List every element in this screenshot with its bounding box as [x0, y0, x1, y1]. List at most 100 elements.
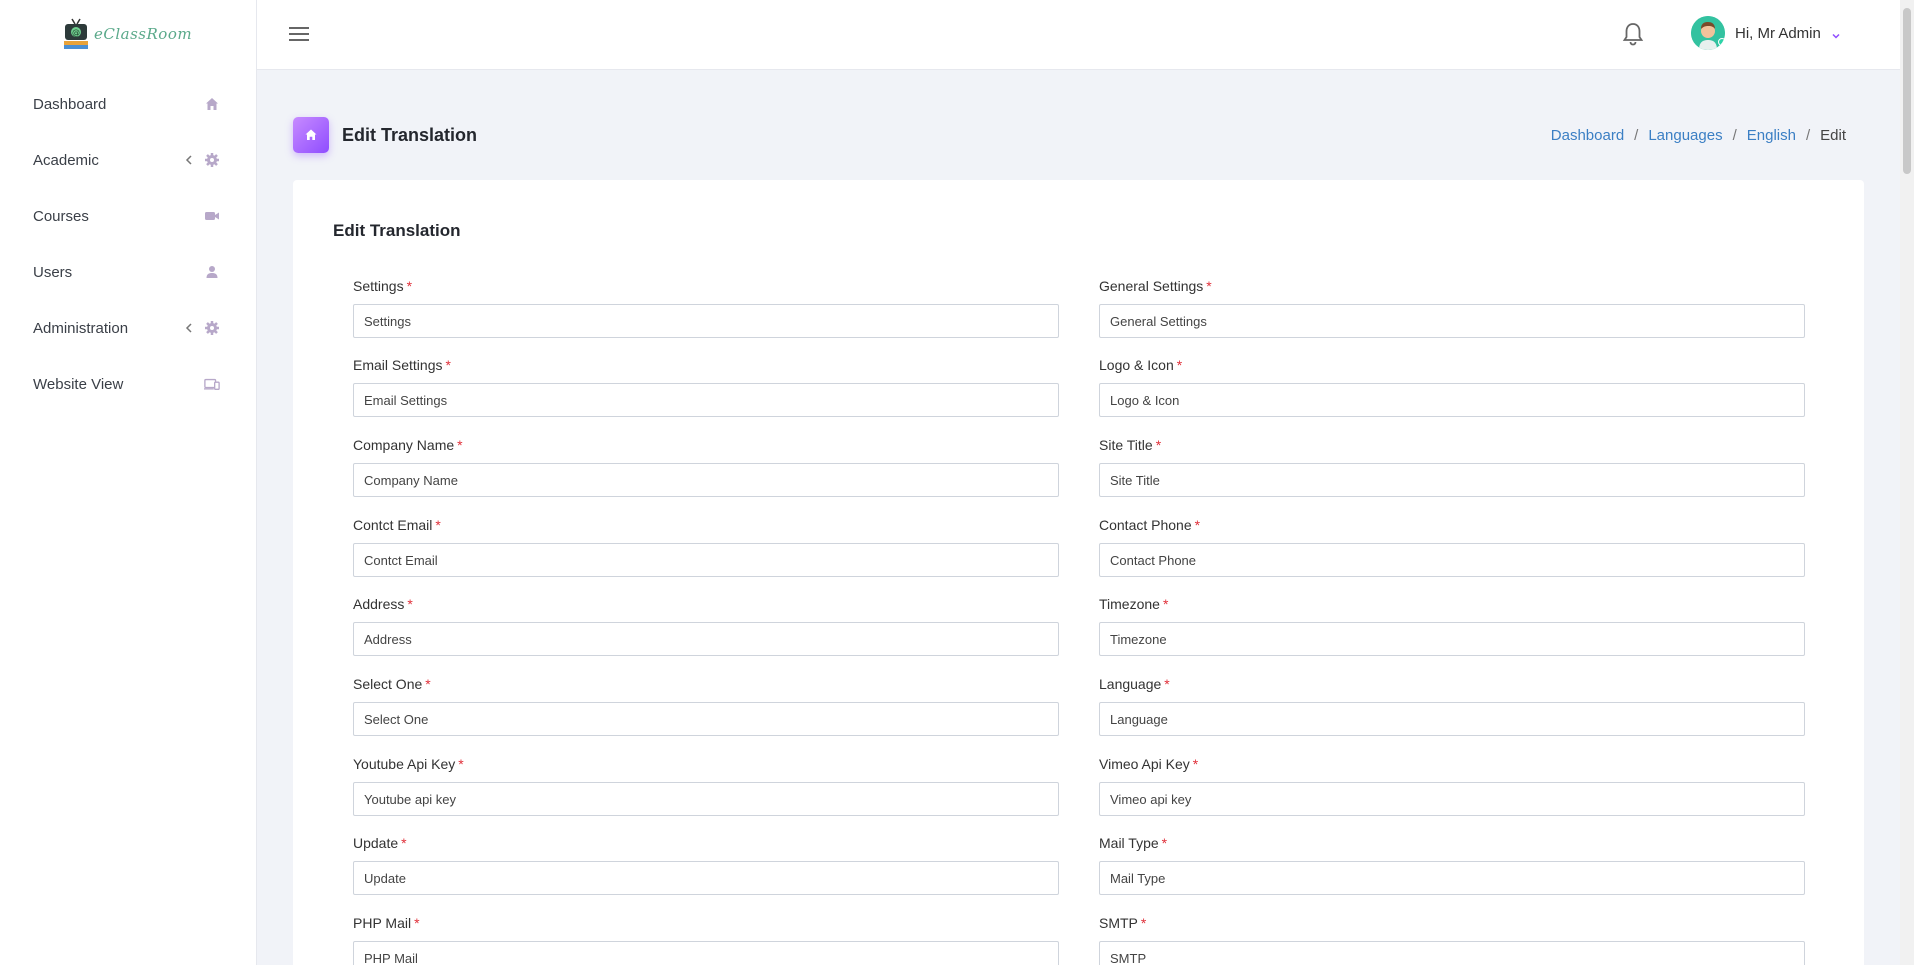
sidebar-item-users[interactable]: Users: [0, 244, 256, 300]
field-site-title: Site Title *: [1099, 437, 1805, 497]
field-general-settings: General Settings *: [1099, 278, 1805, 338]
required-mark: *: [1155, 437, 1162, 453]
field-contct-email: Contct Email *: [353, 517, 1059, 577]
field-email-settings: Email Settings *: [353, 357, 1059, 417]
php-mail-input[interactable]: [353, 941, 1059, 965]
field-logo-icon: Logo & Icon *: [1099, 357, 1805, 417]
required-mark: *: [425, 676, 431, 692]
field-label: Contct Email *: [353, 517, 441, 533]
required-mark: *: [1192, 756, 1199, 772]
required-mark: *: [1194, 517, 1201, 533]
field-label: Update *: [353, 835, 407, 851]
field-update: Update *: [353, 835, 1059, 895]
field-mail-type: Mail Type *: [1099, 835, 1805, 895]
avatar: [1691, 16, 1725, 50]
sidebar-item-website-view[interactable]: Website View: [0, 356, 256, 412]
field-label: Timezone *: [1099, 596, 1169, 612]
field-label: Vimeo Api Key *: [1099, 756, 1199, 772]
language-input[interactable]: [1099, 702, 1805, 736]
field-label: Logo & Icon *: [1099, 357, 1183, 373]
company-name-input[interactable]: [353, 463, 1059, 497]
edit-translation-card: Edit Translation Settings* General Setti…: [293, 180, 1864, 965]
settings-input[interactable]: [353, 304, 1059, 338]
contct-email-input[interactable]: [353, 543, 1059, 577]
required-mark: *: [1162, 596, 1169, 612]
field-select-one: Select One *: [353, 676, 1059, 736]
user-greeting: Hi, Mr Admin: [1735, 24, 1821, 42]
breadcrumb-english[interactable]: English: [1747, 127, 1796, 144]
mail-type-input[interactable]: [1099, 861, 1805, 895]
field-label: Site Title *: [1099, 437, 1162, 453]
breadcrumb-separator: /: [1805, 126, 1811, 144]
field-label: Youtube Api Key *: [353, 756, 464, 772]
svg-text:@: @: [72, 28, 80, 37]
sidebar-item-label: Users: [33, 263, 73, 281]
chevron-left-icon: [182, 153, 196, 167]
page-title: Edit Translation: [342, 124, 478, 145]
field-contact-phone: Contact Phone *: [1099, 517, 1805, 577]
field-label: Address *: [353, 596, 413, 612]
sidebar-item-label: Website View: [33, 375, 124, 393]
sidebar-item-label: Courses: [33, 207, 89, 225]
vimeo-api-key-input[interactable]: [1099, 782, 1805, 816]
video-icon: [204, 208, 220, 224]
required-mark: *: [414, 915, 420, 931]
gear-icon: [204, 152, 220, 168]
sidebar-item-courses[interactable]: Courses: [0, 188, 256, 244]
breadcrumb-dashboard[interactable]: Dashboard: [1551, 127, 1624, 144]
sidebar-item-dashboard[interactable]: Dashboard: [0, 76, 256, 132]
update-input[interactable]: [353, 861, 1059, 895]
field-settings: Settings *: [353, 278, 1059, 338]
required-mark: *: [1161, 835, 1168, 851]
user-menu[interactable]: Hi, Mr Admin: [1691, 16, 1841, 50]
field-label: Contact Phone *: [1099, 517, 1201, 533]
sidebar: @ eClassRoom Dashboard Academic Courses: [0, 0, 257, 965]
home-icon: [204, 96, 220, 112]
gear-icon: [204, 320, 220, 336]
breadcrumb-languages[interactable]: Languages: [1648, 127, 1722, 144]
required-mark: *: [1164, 676, 1170, 692]
sidebar-item-label: Academic: [33, 151, 99, 169]
logo[interactable]: @ eClassRoom: [0, 0, 256, 68]
address-input[interactable]: [353, 622, 1059, 656]
chevron-left-icon: [182, 321, 196, 335]
sidebar-item-academic[interactable]: Academic: [0, 132, 256, 188]
scrollbar-thumb[interactable]: [1903, 8, 1911, 174]
email-settings-input[interactable]: [353, 383, 1059, 417]
field-label: Language *: [1099, 676, 1170, 692]
required-mark: *: [406, 278, 413, 294]
required-mark: *: [435, 517, 441, 533]
field-label: General Settings *: [1099, 278, 1212, 294]
page-header: Edit Translation Dashboard / Languages /…: [293, 117, 1846, 153]
bell-icon[interactable]: [1622, 22, 1644, 46]
required-mark: *: [1140, 915, 1147, 931]
breadcrumb-current: Edit: [1820, 126, 1846, 144]
required-mark: *: [458, 756, 464, 772]
select-one-input[interactable]: [353, 702, 1059, 736]
field-label: Email Settings *: [353, 357, 451, 373]
contact-phone-input[interactable]: [1099, 543, 1805, 577]
menu-icon[interactable]: [289, 25, 309, 43]
site-title-input[interactable]: [1099, 463, 1805, 497]
required-mark: *: [1206, 278, 1212, 294]
user-icon: [204, 264, 220, 280]
field-vimeo-api-key: Vimeo Api Key *: [1099, 756, 1805, 816]
timezone-input[interactable]: [1099, 622, 1805, 656]
general-settings-input[interactable]: [1099, 304, 1805, 338]
logo-icon: @: [62, 17, 90, 51]
smtp-input[interactable]: [1099, 941, 1805, 965]
required-mark: *: [457, 437, 463, 453]
page-scrollbar[interactable]: [1900, 0, 1914, 965]
devices-icon: [204, 376, 220, 392]
chevron-down-icon: [1831, 28, 1841, 39]
field-label: Settings *: [353, 278, 413, 294]
logo-icon-input[interactable]: [1099, 383, 1805, 417]
required-mark: *: [401, 835, 407, 851]
sidebar-item-administration[interactable]: Administration: [0, 300, 256, 356]
field-label: SMTP *: [1099, 915, 1147, 931]
required-mark: *: [1176, 357, 1183, 373]
field-smtp: SMTP *: [1099, 915, 1805, 965]
sidebar-nav: Dashboard Academic Courses Users Adminis…: [0, 76, 256, 412]
breadcrumb: Dashboard / Languages / English / Edit: [1551, 127, 1846, 144]
youtube-api-key-input[interactable]: [353, 782, 1059, 816]
